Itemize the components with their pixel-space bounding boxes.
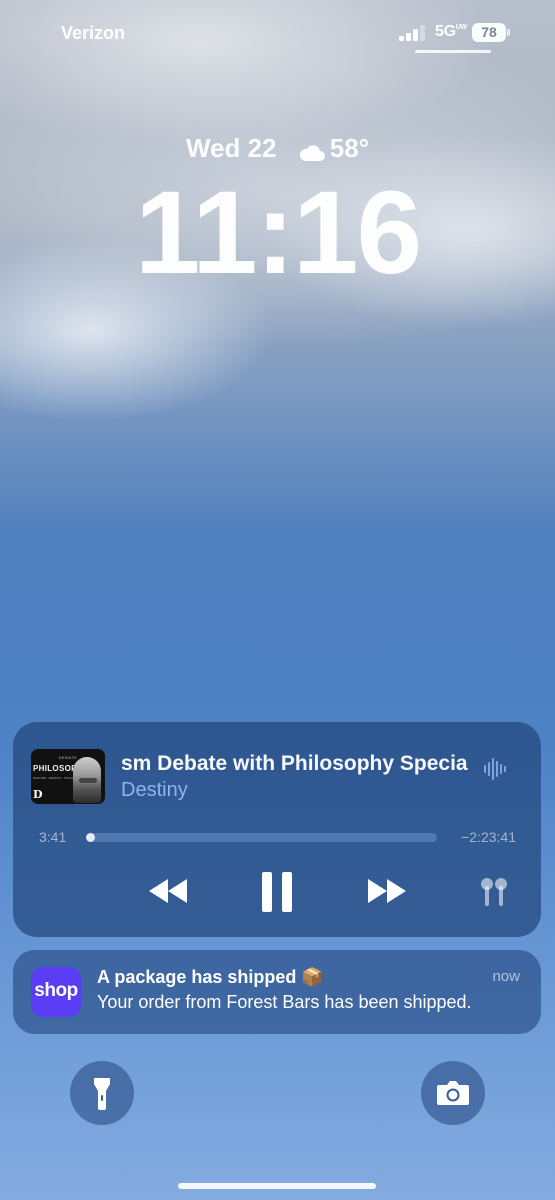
remaining-time: −2:23:41 — [461, 829, 516, 845]
flashlight-icon — [94, 1078, 110, 1110]
battery-level: 78 — [472, 23, 506, 42]
control-center-handle[interactable] — [415, 50, 491, 53]
signal-strength-icon — [399, 25, 429, 41]
camera-icon — [437, 1081, 469, 1105]
track-title[interactable]: sm Debate with Philosophy Specia — [121, 752, 471, 776]
audio-waveform-icon — [484, 756, 510, 782]
playback-scrubber[interactable] — [86, 833, 437, 842]
lock-screen-clock: 11:16 — [134, 167, 422, 299]
podcast-artwork[interactable]: DEBATE PHILOSOPHY NIHILISM · DESTINY · P… — [31, 749, 105, 804]
pause-icon[interactable] — [262, 872, 292, 912]
artwork-badge: D — [33, 788, 43, 801]
date-weather-line: Wed 22 58° — [0, 133, 555, 164]
carrier-name: Verizon — [61, 23, 126, 43]
home-indicator[interactable] — [178, 1183, 376, 1189]
track-artist[interactable]: Destiny — [121, 779, 188, 802]
artwork-portrait-detail — [79, 778, 97, 783]
elapsed-time: 3:41 — [39, 829, 67, 845]
date: Wed 22 — [185, 133, 277, 163]
cloud-icon — [298, 138, 326, 162]
shop-app-icon: shop — [31, 967, 81, 1017]
airpods-icon[interactable] — [478, 876, 510, 910]
rewind-icon[interactable] — [147, 877, 189, 905]
playback-progress — [86, 833, 95, 842]
flashlight-button[interactable] — [70, 1061, 134, 1125]
network-indicator: 5GUW — [435, 23, 467, 41]
network-suffix: UW — [455, 23, 467, 31]
notification-time: now — [492, 968, 520, 985]
notification-body: Your order from Forest Bars has been shi… — [97, 992, 472, 1012]
temperature: 58° — [329, 133, 370, 163]
network-type: 5G — [435, 23, 456, 40]
notification-title: A package has shipped 📦 — [97, 967, 324, 987]
camera-button[interactable] — [421, 1061, 485, 1125]
fast-forward-icon[interactable] — [366, 877, 408, 905]
battery-tip — [507, 29, 510, 36]
